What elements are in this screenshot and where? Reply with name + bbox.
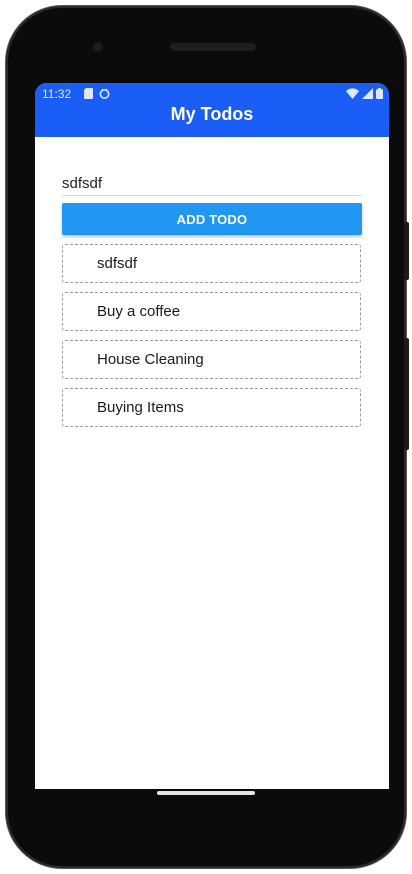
wifi-icon [346,88,359,99]
app-bar: My Todos [35,105,389,137]
todo-item[interactable]: sdfsdf [62,244,361,283]
todo-item[interactable]: House Cleaning [62,340,361,379]
android-notification-icon [99,88,110,99]
status-left-icons [84,88,110,99]
gesture-nav-pill[interactable] [157,791,255,795]
app-title: My Todos [170,104,254,124]
todo-input[interactable] [62,169,362,194]
add-todo-button[interactable]: ADD TODO [62,203,362,235]
power-button [404,222,409,280]
volume-button [404,338,409,450]
front-camera [92,41,104,53]
todo-item[interactable]: Buy a coffee [62,292,361,331]
sd-card-icon [84,88,93,99]
phone-frame: 11:32 My Todos sdfsdf ADD TODO sdfsdf Bu… [6,6,406,868]
cellular-signal-icon [362,88,373,99]
todo-input-row [62,169,362,196]
todo-list: sdfsdf Buy a coffee House Cleaning Buyin… [62,244,362,436]
todo-item[interactable]: Buying Items [62,388,361,427]
status-bar: 11:32 [35,83,389,105]
battery-icon [376,88,383,99]
status-time: 11:32 [42,87,72,101]
earpiece-speaker [170,43,256,51]
screen: 11:32 My Todos sdfsdf ADD TODO sdfsdf Bu… [35,83,389,789]
status-right-icons [346,88,383,99]
